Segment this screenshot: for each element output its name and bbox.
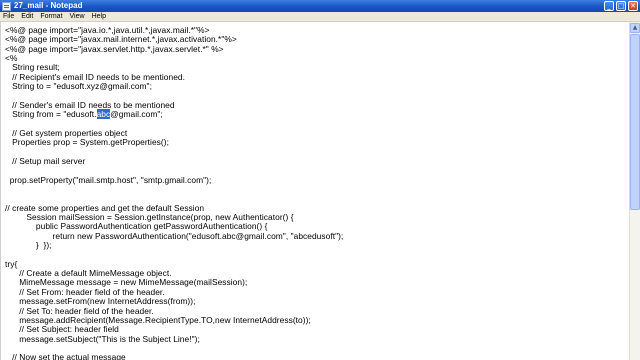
code-line: // Now set the actual message (5, 352, 126, 360)
text-selection: abc (96, 109, 111, 120)
menu-edit[interactable]: Edit (21, 12, 33, 22)
menu-view[interactable]: View (70, 12, 85, 22)
vertical-scrollbar[interactable]: ▲ (629, 22, 640, 360)
code-line: String to = "edusoft.xyz@gmail.com"; (5, 81, 152, 92)
window-controls: _ □ ✕ (604, 1, 638, 11)
notepad-icon (2, 1, 11, 11)
menu-file[interactable]: File (3, 12, 14, 22)
code-line: } }); (5, 240, 52, 251)
code-line: return new PasswordAuthentication("eduso… (5, 230, 344, 241)
code-line: prop.setProperty("mail.smtp.host", "smtp… (5, 174, 212, 185)
menu-format[interactable]: Format (40, 12, 62, 22)
scroll-up-icon[interactable]: ▲ (630, 23, 640, 33)
menu-help[interactable]: Help (92, 12, 106, 22)
scrollbar-thumb[interactable] (630, 34, 640, 210)
menu-bar: File Edit Format View Help (0, 12, 640, 22)
text-editor-area[interactable]: <%@ page import="java.io.*,java.util.*,j… (0, 22, 629, 360)
code-line: message.setSubject("This is the Subject … (5, 333, 200, 344)
minimize-button[interactable]: _ (604, 1, 614, 11)
maximize-button[interactable]: □ (616, 1, 626, 11)
code-line: Properties prop = System.getProperties()… (5, 137, 169, 148)
code-line: // Setup mail server (5, 155, 86, 166)
window-title: 27_mail - Notepad (14, 1, 83, 10)
code-line: <%@ page import="javax.servlet.http.*,ja… (5, 43, 224, 54)
code-line: String from = "edusoft.abc@gmail.com"; (5, 109, 163, 120)
close-button[interactable]: ✕ (628, 1, 638, 11)
title-bar[interactable]: 27_mail - Notepad _ □ ✕ (0, 0, 640, 12)
